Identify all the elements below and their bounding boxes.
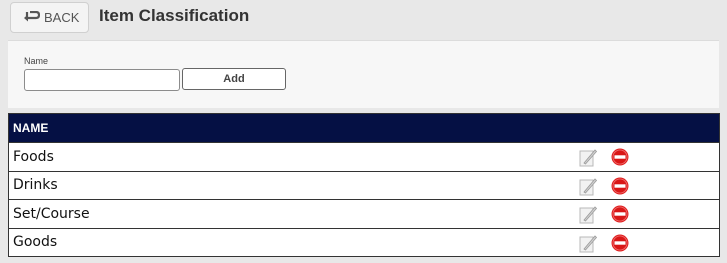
- table-row: Foods: [9, 142, 719, 171]
- row-name: Set/Course: [13, 205, 90, 222]
- page-title: Item Classification: [99, 6, 250, 25]
- name-input[interactable]: [24, 69, 180, 91]
- delete-icon[interactable]: [611, 234, 629, 252]
- row-name: Goods: [13, 234, 58, 251]
- back-button[interactable]: BACK: [10, 2, 89, 33]
- table-row: Drinks: [9, 170, 719, 200]
- row-name: Drinks: [13, 177, 58, 194]
- delete-icon[interactable]: [611, 205, 629, 223]
- back-button-label: BACK: [44, 10, 80, 25]
- edit-icon[interactable]: [579, 177, 597, 196]
- name-column-header: NAME: [13, 121, 49, 135]
- edit-icon[interactable]: [579, 234, 597, 253]
- form-panel: Name Add: [8, 40, 719, 108]
- edit-icon[interactable]: [579, 205, 597, 224]
- back-arrow-icon: [24, 11, 40, 22]
- table-header: NAME: [9, 114, 719, 142]
- table-row: Set/Course: [9, 199, 719, 228]
- delete-icon[interactable]: [611, 148, 629, 166]
- row-name: Foods: [13, 148, 54, 165]
- header-bar: BACK Item Classification: [0, 0, 727, 36]
- table-row: Goods: [9, 227, 719, 257]
- edit-icon[interactable]: [579, 148, 597, 167]
- name-label: Name: [24, 56, 49, 66]
- delete-icon[interactable]: [611, 177, 629, 195]
- classification-table: NAME Foods Drinks Set/Course Goods: [8, 113, 720, 257]
- add-button[interactable]: Add: [182, 68, 286, 90]
